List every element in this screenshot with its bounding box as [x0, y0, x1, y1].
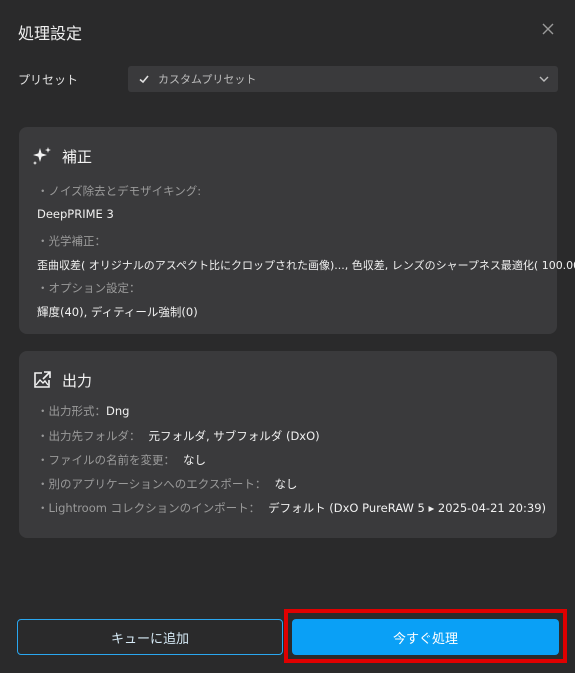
sparkle-icon [33, 147, 51, 165]
lightroom-import-value: デフォルト (DxO PureRAW 5 ▸ 2025-04-21 20:39) [268, 501, 546, 515]
close-icon[interactable] [539, 20, 557, 38]
lightroom-import-label: ・Lightroom コレクションのインポート： [37, 501, 261, 515]
output-header: 出力 [31, 369, 92, 391]
optical-value: 歪曲収差( オリジナルのアスペクト比にクロップされた画像)..., 色収差, レ… [37, 259, 575, 272]
output-folder-value: 元フォルダ, サブフォルダ (DxO) [148, 429, 320, 443]
correction-header: 補正 [31, 145, 92, 167]
rename-row: ・ファイルの名前を変更： なし [37, 452, 206, 468]
export-app-row: ・別のアプリケーションへのエクスポート： なし [37, 476, 297, 492]
export-image-icon [34, 371, 51, 388]
noise-label: ・ノイズ除去とデモザイキング: [37, 184, 202, 198]
output-folder-row: ・出力先フォルダ： 元フォルダ, サブフォルダ (DxO) [37, 428, 320, 444]
process-now-button[interactable]: 今すぐ処理 [292, 619, 559, 655]
check-icon [139, 75, 149, 84]
rename-label: ・ファイルの名前を変更： [37, 453, 175, 467]
output-card: 出力 ・出力形式：Dng ・出力先フォルダ： 元フォルダ, サブフォルダ (DxO… [19, 351, 557, 538]
preset-label: プリセット [18, 73, 79, 87]
export-app-label: ・別のアプリケーションへのエクスポート： [37, 477, 267, 491]
output-format-row: ・出力形式：Dng [37, 403, 129, 419]
option-value: 輝度(40), ディティール強制(0) [37, 305, 198, 319]
noise-value: DeepPRIME 3 [37, 207, 114, 221]
add-to-queue-button[interactable]: キューに追加 [17, 619, 283, 655]
preset-dropdown[interactable]: カスタムプリセット [128, 66, 558, 92]
output-format-label: ・出力形式： [37, 404, 106, 418]
lightroom-import-row: ・Lightroom コレクションのインポート： デフォルト (DxO PureR… [37, 500, 546, 516]
correction-title: 補正 [62, 147, 93, 166]
correction-card: 補正 ・ノイズ除去とデモザイキング: DeepPRIME 3 ・光学補正： 歪曲… [19, 127, 575, 334]
rename-value: なし [183, 453, 206, 467]
option-label: ・オプション設定： [37, 281, 141, 295]
preset-selected-value: カスタムプリセット [158, 73, 257, 86]
output-folder-label: ・出力先フォルダ： [37, 429, 141, 443]
output-format-value: Dng [106, 404, 130, 418]
optical-label: ・光学補正： [37, 234, 106, 248]
export-app-value: なし [274, 477, 298, 491]
dialog-title: 処理設定 [18, 24, 83, 43]
chevron-down-icon [539, 76, 549, 82]
output-title: 出力 [62, 371, 93, 390]
